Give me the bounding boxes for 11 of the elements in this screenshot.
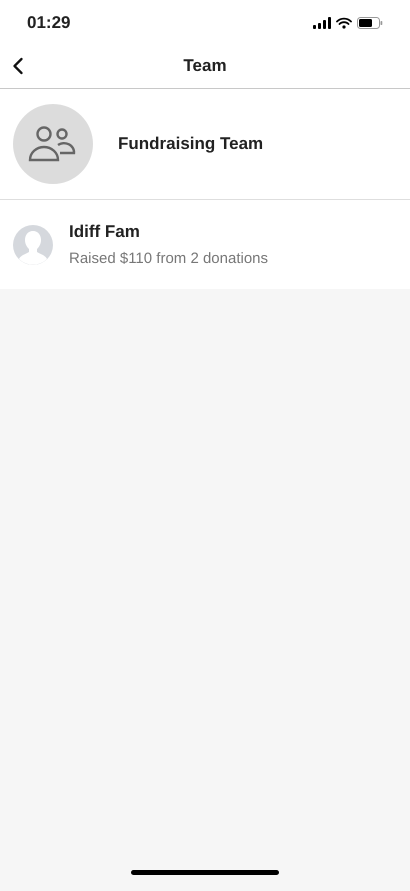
group-icon	[28, 126, 78, 162]
page-title: Team	[183, 55, 227, 78]
battery-icon	[357, 17, 383, 29]
team-name: Fundraising Team	[118, 133, 264, 156]
member-row[interactable]: Idiff Fam Raised $110 from 2 donations	[0, 200, 410, 289]
member-summary: Raised $110 from 2 donations	[69, 248, 268, 268]
status-time: 01:29	[27, 12, 70, 34]
avatar-icon	[13, 224, 53, 264]
signal-icon	[313, 17, 331, 29]
wifi-icon	[336, 17, 352, 29]
member-name: Idiff Fam	[69, 221, 141, 243]
